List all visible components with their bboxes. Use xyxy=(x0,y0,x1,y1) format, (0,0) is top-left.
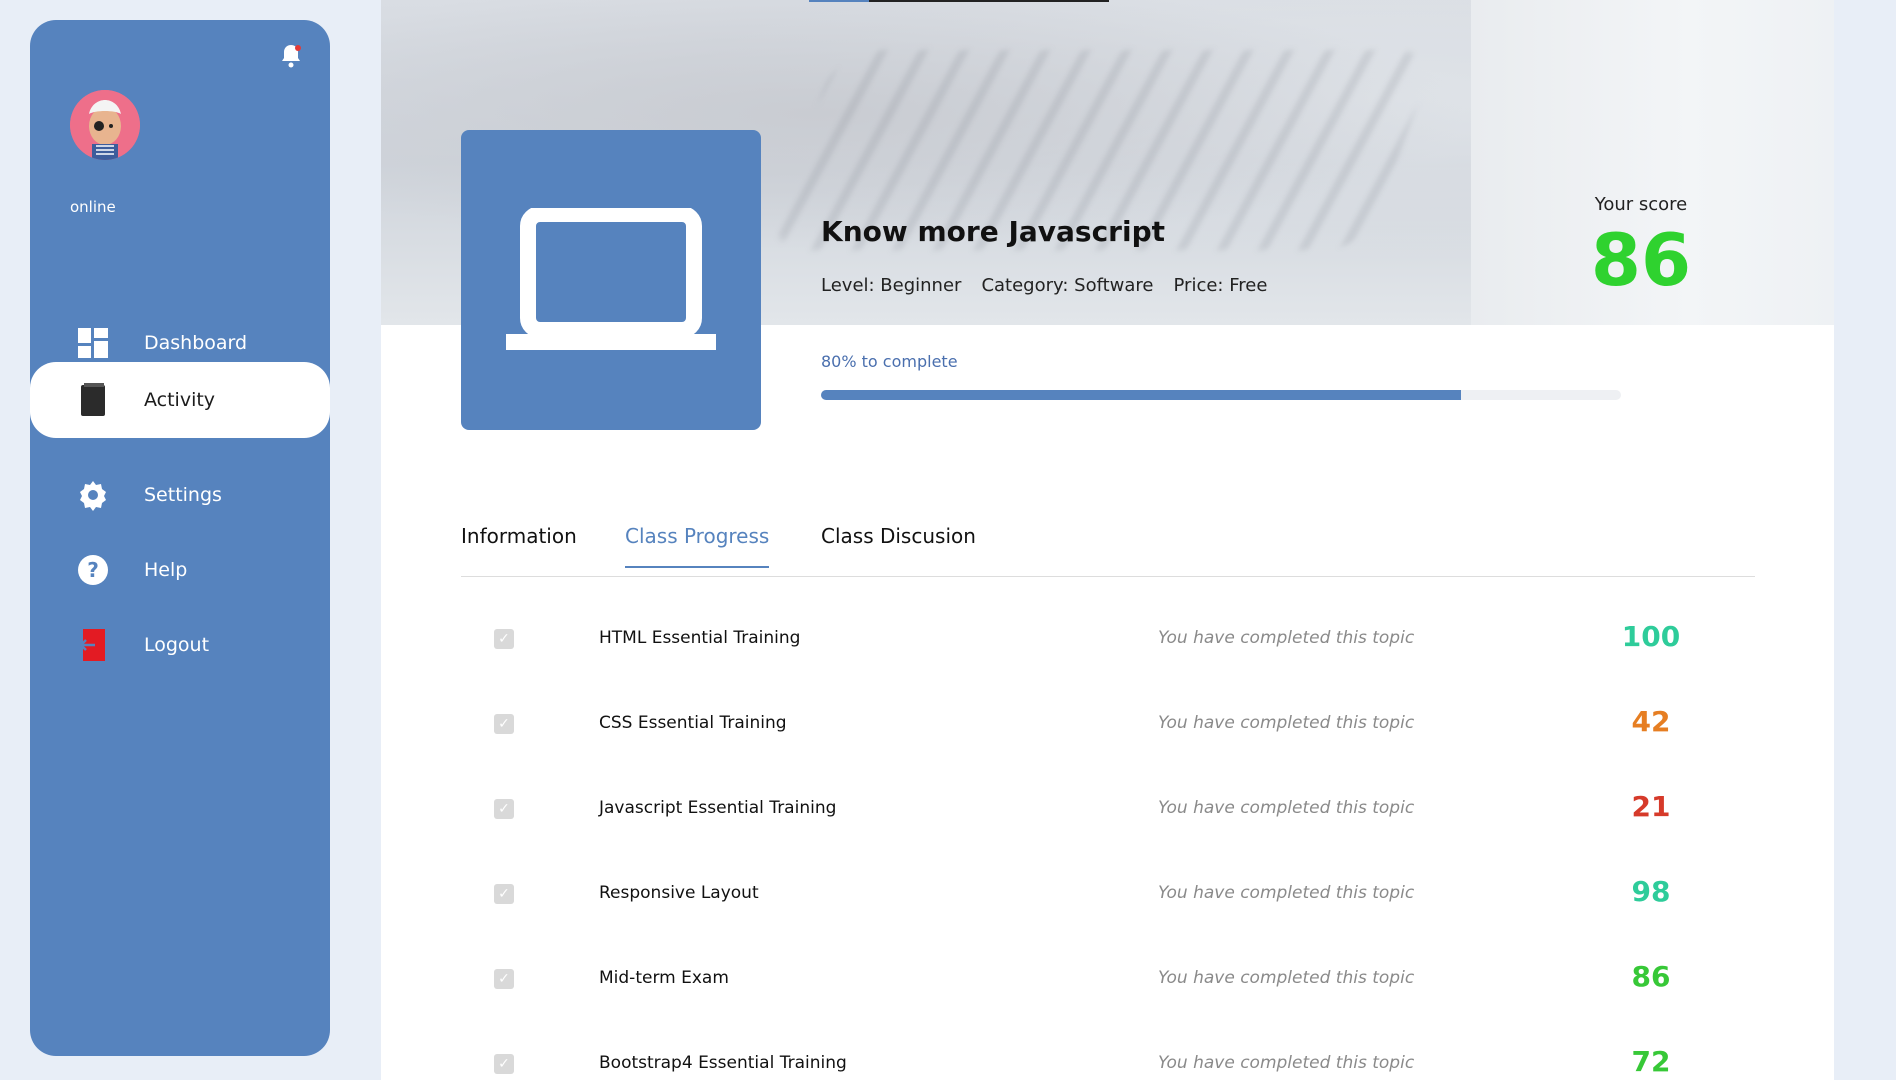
svg-text:?: ? xyxy=(87,558,99,582)
topic-name: Javascript Essential Training xyxy=(599,798,837,818)
topic-name: Mid-term Exam xyxy=(599,968,729,988)
topic-status: You have completed this topic xyxy=(1158,1053,1415,1073)
book-icon xyxy=(76,383,110,417)
sidebar-item-label: Dashboard xyxy=(144,332,248,354)
sidebar-item-label: Settings xyxy=(144,484,222,506)
sidebar-item-activity[interactable]: Activity xyxy=(30,362,330,438)
list-item: ✓ Javascript Essential Training You have… xyxy=(461,790,1755,830)
sidebar-item-help[interactable]: ? Help xyxy=(30,532,330,608)
sidebar-item-label: Help xyxy=(144,559,188,581)
topic-score: 86 xyxy=(1631,960,1671,993)
score-label: Your score xyxy=(1594,194,1688,215)
topic-score: 72 xyxy=(1631,1045,1671,1078)
list-item: ✓ HTML Essential Training You have compl… xyxy=(461,620,1755,660)
sidebar-item-label: Logout xyxy=(144,634,210,656)
tab-information[interactable]: Information xyxy=(461,524,577,566)
topic-status: You have completed this topic xyxy=(1158,883,1415,903)
progress-bar xyxy=(821,390,1621,400)
notification-bell-icon[interactable] xyxy=(278,42,304,70)
topic-status: You have completed this topic xyxy=(1158,628,1415,648)
score-value: 86 xyxy=(1590,218,1692,302)
avatar[interactable] xyxy=(70,90,140,160)
help-icon: ? xyxy=(76,553,110,587)
checkbox[interactable]: ✓ xyxy=(494,629,514,649)
course-price: Price: Free xyxy=(1173,275,1268,296)
list-item: ✓ Mid-term Exam You have completed this … xyxy=(461,960,1755,1000)
topic-name: Bootstrap4 Essential Training xyxy=(599,1053,847,1073)
topic-score: 98 xyxy=(1631,875,1671,908)
topic-name: HTML Essential Training xyxy=(599,628,801,648)
tab-class-discussion[interactable]: Class Discusion xyxy=(821,524,976,566)
checkbox[interactable]: ✓ xyxy=(494,969,514,989)
main-content: Know more Javascript Level: Beginner Cat… xyxy=(381,0,1834,1080)
topic-score: 100 xyxy=(1621,620,1681,653)
course-meta: Level: Beginner Category: Software Price… xyxy=(821,275,1267,296)
topic-status: You have completed this topic xyxy=(1158,713,1415,733)
checkbox[interactable]: ✓ xyxy=(494,884,514,904)
checkbox[interactable]: ✓ xyxy=(494,799,514,819)
topic-name: Responsive Layout xyxy=(599,883,759,903)
tab-class-progress[interactable]: Class Progress xyxy=(625,524,770,568)
checkbox[interactable]: ✓ xyxy=(494,714,514,734)
topic-status: You have completed this topic xyxy=(1158,968,1415,988)
list-item: ✓ Bootstrap4 Essential Training You have… xyxy=(461,1045,1755,1080)
topic-status: You have completed this topic xyxy=(1158,798,1415,818)
topic-name: CSS Essential Training xyxy=(599,713,787,733)
logout-icon xyxy=(76,628,110,662)
tab-bar: Information Class Progress Class Discusi… xyxy=(461,524,1755,577)
topic-score: 21 xyxy=(1631,790,1671,823)
course-level: Level: Beginner xyxy=(821,275,962,296)
sidebar-item-settings[interactable]: Settings xyxy=(30,457,330,533)
top-indicator xyxy=(809,0,1109,2)
topic-score: 42 xyxy=(1631,705,1671,738)
course-category: Category: Software xyxy=(981,275,1154,296)
list-item: ✓ Responsive Layout You have completed t… xyxy=(461,875,1755,915)
course-title: Know more Javascript xyxy=(821,215,1165,248)
online-status: online xyxy=(70,198,116,216)
progress-bar-fill xyxy=(821,390,1461,400)
sidebar: online Dashboard Activity Settings ? Hel… xyxy=(30,20,330,1056)
checkbox[interactable]: ✓ xyxy=(494,1054,514,1074)
sidebar-item-logout[interactable]: Logout xyxy=(30,607,330,683)
course-thumbnail xyxy=(461,130,761,430)
laptop-icon xyxy=(506,207,716,350)
gear-icon xyxy=(76,478,110,512)
sidebar-item-label: Activity xyxy=(144,389,216,411)
progress-label: 80% to complete xyxy=(821,352,958,371)
grid-icon xyxy=(76,326,110,360)
list-item: ✓ CSS Essential Training You have comple… xyxy=(461,705,1755,745)
